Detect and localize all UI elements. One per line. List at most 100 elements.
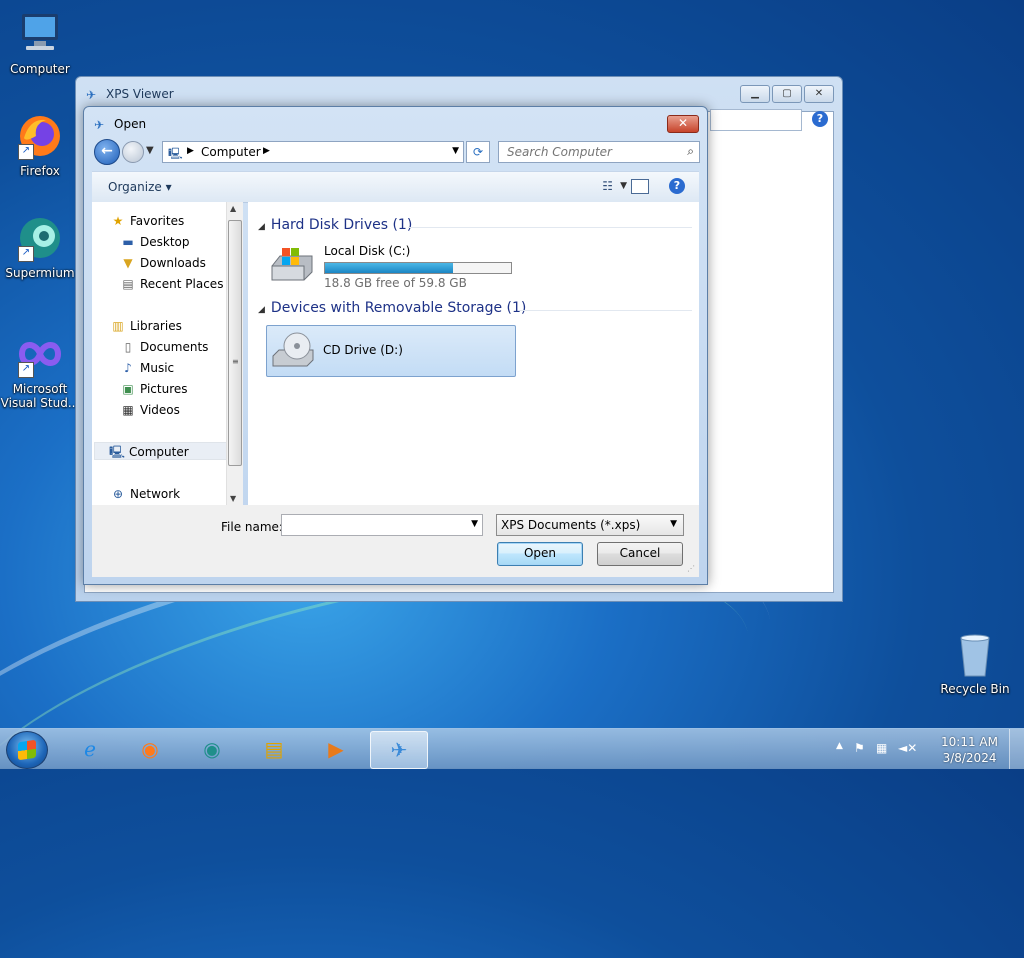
- start-button[interactable]: [6, 731, 48, 769]
- help-icon[interactable]: ?: [812, 111, 828, 127]
- network-icon[interactable]: ▦: [876, 741, 887, 755]
- documents-icon: ▯: [124, 340, 132, 354]
- open-button[interactable]: Open: [497, 542, 583, 566]
- scroll-down-icon[interactable]: ▼: [230, 494, 236, 503]
- visual-studio-icon: ↗: [16, 330, 64, 378]
- change-view-icon[interactable]: ☷: [602, 179, 613, 193]
- show-hidden-icons-icon[interactable]: ▲: [836, 741, 843, 751]
- nav-item-label: Recent Places: [140, 277, 224, 291]
- recent-pages-dropdown-icon[interactable]: ▼: [146, 145, 154, 156]
- dialog-title: Open: [114, 117, 147, 131]
- open-dialog[interactable]: ✈ Open ✕ ← ▼ 🖳 ▶ Computer ▶ ▼ ⟳ ⌕ Organi…: [83, 106, 708, 585]
- nav-item-label: Libraries: [130, 319, 182, 333]
- nav-item-downloads[interactable]: ▼ Downloads: [120, 254, 206, 272]
- drive-item-c[interactable]: Local Disk (C:) 18.8 GB free of 59.8 GB: [268, 244, 528, 294]
- scroll-up-icon[interactable]: ▲: [230, 204, 236, 213]
- back-button[interactable]: ←: [94, 139, 120, 165]
- system-tray: ▲ ⚑ ▦ ◄✕ 10:11 AM 3/8/2024: [834, 729, 1024, 769]
- preview-pane-icon[interactable]: [631, 179, 649, 194]
- taskbar-media-player[interactable]: ▶: [308, 731, 364, 767]
- disk-usage-bar: [324, 262, 512, 274]
- nav-item-label: Downloads: [140, 256, 206, 270]
- chevron-right-icon[interactable]: ▶: [263, 146, 270, 156]
- search-input[interactable]: [505, 142, 679, 162]
- desktop-icon-label: Firefox: [20, 164, 60, 178]
- forward-button[interactable]: [122, 141, 144, 163]
- clock-date: 3/8/2024: [942, 751, 997, 765]
- scrollbar-thumb[interactable]: ≡: [228, 220, 242, 466]
- drive-name: CD Drive (D:): [323, 343, 403, 357]
- desktop-icon-recycle-bin[interactable]: Recycle Bin: [935, 630, 1015, 696]
- libraries-icon: ▥: [112, 319, 124, 333]
- refresh-button[interactable]: ⟳: [466, 141, 490, 163]
- address-bar[interactable]: 🖳 ▶ Computer ▶ ▼: [162, 141, 464, 163]
- nav-item-documents[interactable]: ▯ Documents: [120, 338, 209, 356]
- folder-icon: ▤: [264, 737, 284, 761]
- close-button[interactable]: ✕: [804, 85, 834, 103]
- minimize-button[interactable]: ▁: [740, 85, 770, 103]
- maximize-button[interactable]: ▢: [772, 85, 802, 103]
- nav-item-videos[interactable]: ▦ Videos: [120, 401, 180, 419]
- dialog-close-button[interactable]: ✕: [667, 115, 699, 133]
- breadcrumb-computer[interactable]: Computer: [201, 145, 261, 159]
- media-player-icon: ▶: [328, 737, 344, 761]
- file-list: ◢ Hard Disk Drives (1) Local Disk (C:) 18…: [248, 202, 699, 505]
- file-type-select[interactable]: XPS Documents (*.xps) ▼: [496, 514, 684, 536]
- firefox-icon: ↗: [16, 112, 64, 160]
- nav-item-label: Music: [140, 361, 175, 375]
- taskbar-file-explorer[interactable]: ▤: [246, 731, 302, 767]
- windows-logo-icon: [18, 739, 36, 761]
- volume-muted-icon[interactable]: ◄✕: [898, 741, 917, 755]
- desktop-icon-supermium[interactable]: ↗ Supermium: [0, 214, 80, 280]
- chevron-down-icon[interactable]: ▼: [452, 146, 459, 156]
- taskbar-internet-explorer[interactable]: ℯ: [62, 731, 118, 767]
- nav-item-pictures[interactable]: ▣ Pictures: [120, 380, 188, 398]
- chevron-down-icon[interactable]: ▼: [471, 519, 478, 529]
- xps-viewer-icon: ✈: [390, 738, 408, 762]
- nav-item-network[interactable]: ⊕ Network: [110, 485, 180, 503]
- desktop-icon-label: Recycle Bin: [940, 682, 1010, 696]
- nav-item-label: Pictures: [140, 382, 188, 396]
- group-header-hdd[interactable]: ◢ Hard Disk Drives (1): [258, 217, 412, 233]
- help-icon[interactable]: ?: [669, 178, 685, 194]
- nav-item-desktop[interactable]: ▬ Desktop: [120, 233, 189, 251]
- file-type-value: XPS Documents (*.xps): [501, 518, 641, 532]
- collapse-icon: ◢: [258, 222, 265, 232]
- cd-drive-icon: [269, 330, 317, 370]
- nav-item-label: Network: [130, 487, 181, 501]
- nav-item-libraries[interactable]: ▥ Libraries: [110, 317, 182, 335]
- action-center-flag-icon[interactable]: ⚑: [854, 741, 865, 755]
- nav-item-computer[interactable]: 🖳 Computer: [94, 442, 228, 460]
- navigation-pane-scrollbar[interactable]: ▲ ≡ ▼: [226, 202, 243, 505]
- cancel-button[interactable]: Cancel: [597, 542, 683, 566]
- computer-icon: 🖳: [168, 147, 183, 160]
- nav-item-favorites[interactable]: ★ Favorites: [110, 212, 185, 230]
- taskbar-supermium[interactable]: ◉: [184, 731, 240, 767]
- search-box[interactable]: ⌕: [498, 141, 700, 163]
- xps-viewer-icon: ✈: [94, 118, 105, 132]
- drive-name: Local Disk (C:): [324, 244, 411, 258]
- chevron-down-icon[interactable]: ▼: [620, 181, 627, 191]
- nav-item-recent-places[interactable]: ▤ Recent Places: [120, 275, 223, 293]
- drive-item-d[interactable]: CD Drive (D:): [266, 325, 516, 377]
- show-desktop-button[interactable]: [1009, 729, 1024, 769]
- nav-item-music[interactable]: ♪ Music: [120, 359, 174, 377]
- file-name-input[interactable]: [286, 515, 470, 535]
- group-header-removable[interactable]: ◢ Devices with Removable Storage (1): [258, 300, 526, 316]
- xps-search-box[interactable]: [710, 109, 802, 131]
- xps-viewer-icon: ✈: [86, 88, 97, 102]
- taskbar-firefox[interactable]: ◉: [122, 731, 178, 767]
- desktop-icon-visual-studio[interactable]: ↗ Microsoft Visual Stud...: [0, 330, 80, 410]
- shortcut-arrow-icon: ↗: [18, 246, 34, 262]
- search-icon[interactable]: ⌕: [687, 144, 694, 159]
- chevron-right-icon[interactable]: ▶: [187, 146, 194, 156]
- desktop-icon-firefox[interactable]: ↗ Firefox: [0, 112, 80, 178]
- taskbar-xps-viewer[interactable]: ✈: [370, 731, 428, 769]
- desktop-icon-computer[interactable]: Computer: [0, 10, 80, 76]
- group-header-label: Devices with Removable Storage (1): [270, 300, 527, 316]
- file-name-combobox[interactable]: ▼: [281, 514, 483, 536]
- music-icon: ♪: [124, 361, 132, 375]
- organize-button[interactable]: Organize ▾: [108, 180, 172, 194]
- clock[interactable]: 10:11 AM 3/8/2024: [941, 734, 998, 766]
- resize-grip-icon[interactable]: ⋰: [687, 564, 695, 573]
